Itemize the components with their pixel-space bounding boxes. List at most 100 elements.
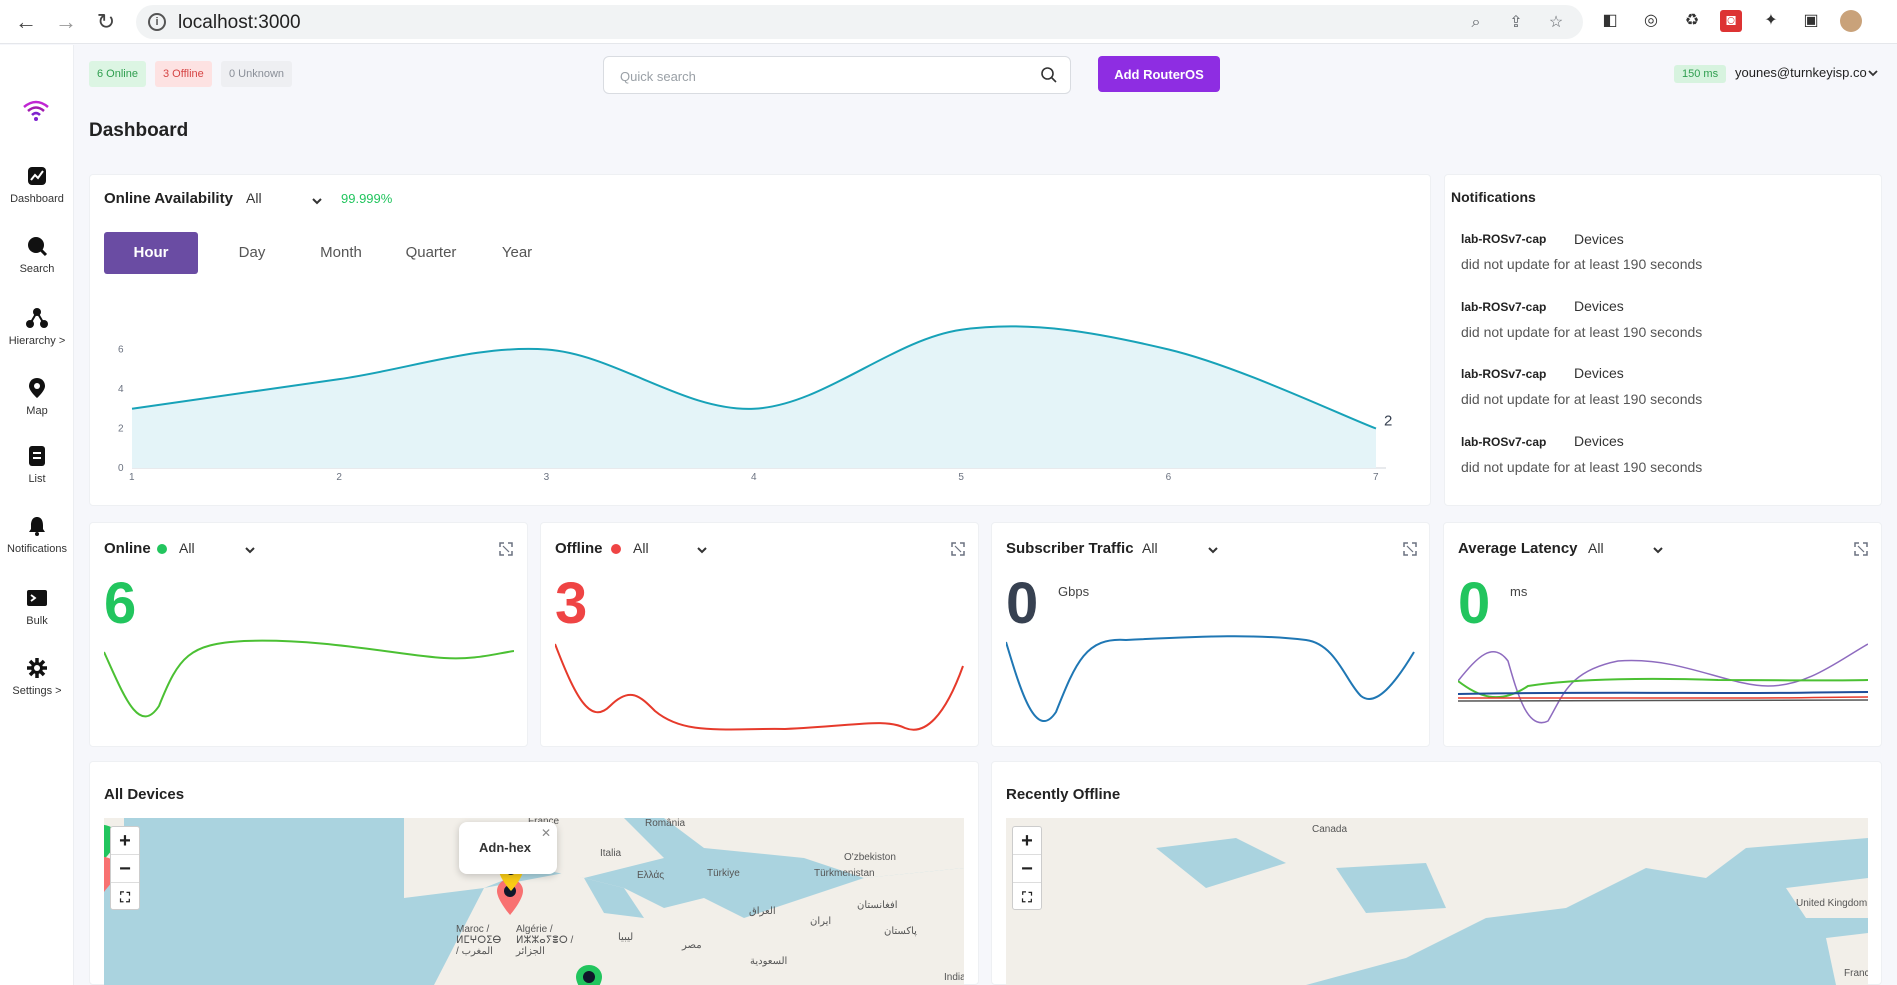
close-icon[interactable]: ✕: [541, 826, 551, 840]
zoom-out-button[interactable]: −: [111, 855, 139, 883]
sidebar-item-label: Hierarchy >: [8, 335, 66, 347]
y-tick-label: 4: [118, 384, 124, 395]
sidebar-item-label: Dashboard: [10, 193, 64, 205]
add-routeros-button[interactable]: Add RouterOS: [1098, 56, 1220, 92]
availability-title: Online Availability: [104, 190, 233, 207]
x-tick-label: 6: [1166, 472, 1172, 483]
list-icon: [29, 446, 45, 466]
search-icon[interactable]: [1040, 66, 1058, 84]
browser-toolbar: ← → ↻ i localhost:3000 ⌕ ⇪ ☆ ◧ ◎ ♻ ◙ ✦ ▣: [0, 0, 1897, 44]
hierarchy-icon: [26, 308, 48, 328]
extension-icon[interactable]: ◙: [1720, 10, 1742, 32]
chevron-down-icon[interactable]: [310, 194, 324, 208]
notification-type: Devices: [1574, 433, 1624, 449]
chevron-down-icon[interactable]: [695, 543, 709, 557]
forward-icon[interactable]: →: [52, 8, 80, 36]
map-pin-icon: [29, 378, 45, 398]
map-label: Algérie / ⵍⵣⵣⴰⵢⴻⵔ / الجزائر: [516, 924, 574, 957]
chevron-down-icon[interactable]: [243, 543, 257, 557]
user-menu[interactable]: younes@turnkeyisp.co: [1735, 65, 1867, 80]
wifi-logo-icon[interactable]: [20, 95, 52, 127]
url-text[interactable]: localhost:3000: [178, 12, 301, 34]
zoom-out-button[interactable]: −: [1013, 855, 1041, 883]
online-status-dot: [157, 544, 167, 554]
offline-filter[interactable]: All: [633, 540, 649, 556]
notification-type: Devices: [1574, 298, 1624, 314]
unknown-count-badge[interactable]: 0 Unknown: [221, 61, 293, 87]
traffic-sparkline: [1006, 635, 1415, 722]
sidebar-item-notifications[interactable]: Notifications: [0, 515, 74, 555]
x-tick-label: 3: [544, 472, 550, 483]
sidebar-item-dashboard[interactable]: Dashboard: [0, 165, 74, 205]
expand-icon[interactable]: [1853, 541, 1869, 557]
online-count-badge[interactable]: 6 Online: [89, 61, 146, 87]
puzzle-icon[interactable]: ✦: [1760, 10, 1782, 32]
sidebar-item-hierarchy[interactable]: Hierarchy >: [0, 307, 74, 347]
map-label: Maroc / ⵍⵎⵖⵔⵉⴱ / المغرب: [456, 924, 502, 957]
fullscreen-button[interactable]: ⛶: [1013, 883, 1041, 911]
offline-status-dot: [611, 544, 621, 554]
latency-filter[interactable]: All: [1588, 540, 1604, 556]
traffic-value: 0: [1006, 571, 1039, 636]
sidepanel-icon[interactable]: ▣: [1800, 10, 1822, 32]
traffic-filter[interactable]: All: [1142, 540, 1158, 556]
tab-day[interactable]: Day: [222, 232, 282, 274]
zoom-in-button[interactable]: +: [1013, 827, 1041, 855]
reload-icon[interactable]: ↻: [92, 8, 120, 36]
notification-device[interactable]: lab-ROSv7-cap: [1461, 300, 1546, 314]
tab-quarter[interactable]: Quarter: [396, 232, 466, 274]
sidebar-item-bulk[interactable]: Bulk: [0, 587, 74, 627]
chevron-down-icon[interactable]: [1866, 66, 1880, 80]
tab-year[interactable]: Year: [490, 232, 544, 274]
extension-icon[interactable]: ◧: [1599, 10, 1621, 32]
site-info-icon[interactable]: i: [148, 13, 166, 31]
sidebar-item-list[interactable]: List: [0, 445, 74, 485]
notification-device[interactable]: lab-ROSv7-cap: [1461, 232, 1546, 246]
extension-icon[interactable]: ♻: [1681, 10, 1703, 32]
map-label: مصر: [682, 940, 702, 951]
fullscreen-button[interactable]: ⛶: [111, 883, 139, 911]
recently-offline-title: Recently Offline: [1006, 786, 1121, 803]
map-label: India: [944, 972, 964, 983]
availability-percent: 99.999%: [341, 191, 393, 206]
sidebar-item-settings[interactable]: Settings >: [0, 657, 74, 697]
x-tick-label: 5: [958, 472, 964, 483]
extension-icon[interactable]: ◎: [1640, 10, 1662, 32]
device-marker[interactable]: [575, 964, 603, 985]
map-label: العراق: [749, 906, 776, 917]
zoom-in-button[interactable]: +: [111, 827, 139, 855]
expand-icon[interactable]: [950, 541, 966, 557]
bookmark-star-icon[interactable]: ☆: [1547, 14, 1565, 32]
search-icon: [28, 237, 48, 257]
tab-month[interactable]: Month: [306, 232, 376, 274]
avatar[interactable]: [1840, 10, 1862, 32]
back-icon[interactable]: ←: [12, 8, 40, 36]
notification-type: Devices: [1574, 365, 1624, 381]
online-filter[interactable]: All: [179, 540, 195, 556]
expand-icon[interactable]: [1402, 541, 1418, 557]
notification-device[interactable]: lab-ROSv7-cap: [1461, 435, 1546, 449]
search-input[interactable]: [620, 65, 1020, 87]
map-label: Ελλάς: [637, 870, 665, 881]
chevron-down-icon[interactable]: [1206, 543, 1220, 557]
address-bar[interactable]: i localhost:3000 ⌕ ⇪ ☆: [136, 5, 1583, 39]
expand-icon[interactable]: [498, 541, 514, 557]
map-controls: + − ⛶: [110, 826, 140, 910]
chevron-down-icon[interactable]: [1651, 543, 1665, 557]
sidebar-item-search[interactable]: Search: [0, 235, 74, 275]
availability-filter[interactable]: All: [246, 190, 262, 206]
traffic-title: Subscriber Traffic: [1006, 540, 1134, 557]
sidebar-item-map[interactable]: Map: [0, 377, 74, 417]
zoom-icon[interactable]: ⌕: [1467, 14, 1485, 32]
offline-count-badge[interactable]: 3 Offline: [155, 61, 212, 87]
page-title: Dashboard: [89, 120, 189, 141]
share-icon[interactable]: ⇪: [1507, 14, 1525, 32]
quick-search[interactable]: [603, 56, 1071, 94]
latency-value: 0: [1458, 571, 1491, 636]
map-label: Italia: [600, 848, 622, 859]
y-tick-label: 6: [118, 345, 124, 356]
tab-hour[interactable]: Hour: [104, 232, 198, 274]
notifications-title: Notifications: [1451, 189, 1536, 205]
recently-offline-map[interactable]: Canada United Kingdom France + − ⛶: [1006, 818, 1868, 985]
notification-device[interactable]: lab-ROSv7-cap: [1461, 367, 1546, 381]
